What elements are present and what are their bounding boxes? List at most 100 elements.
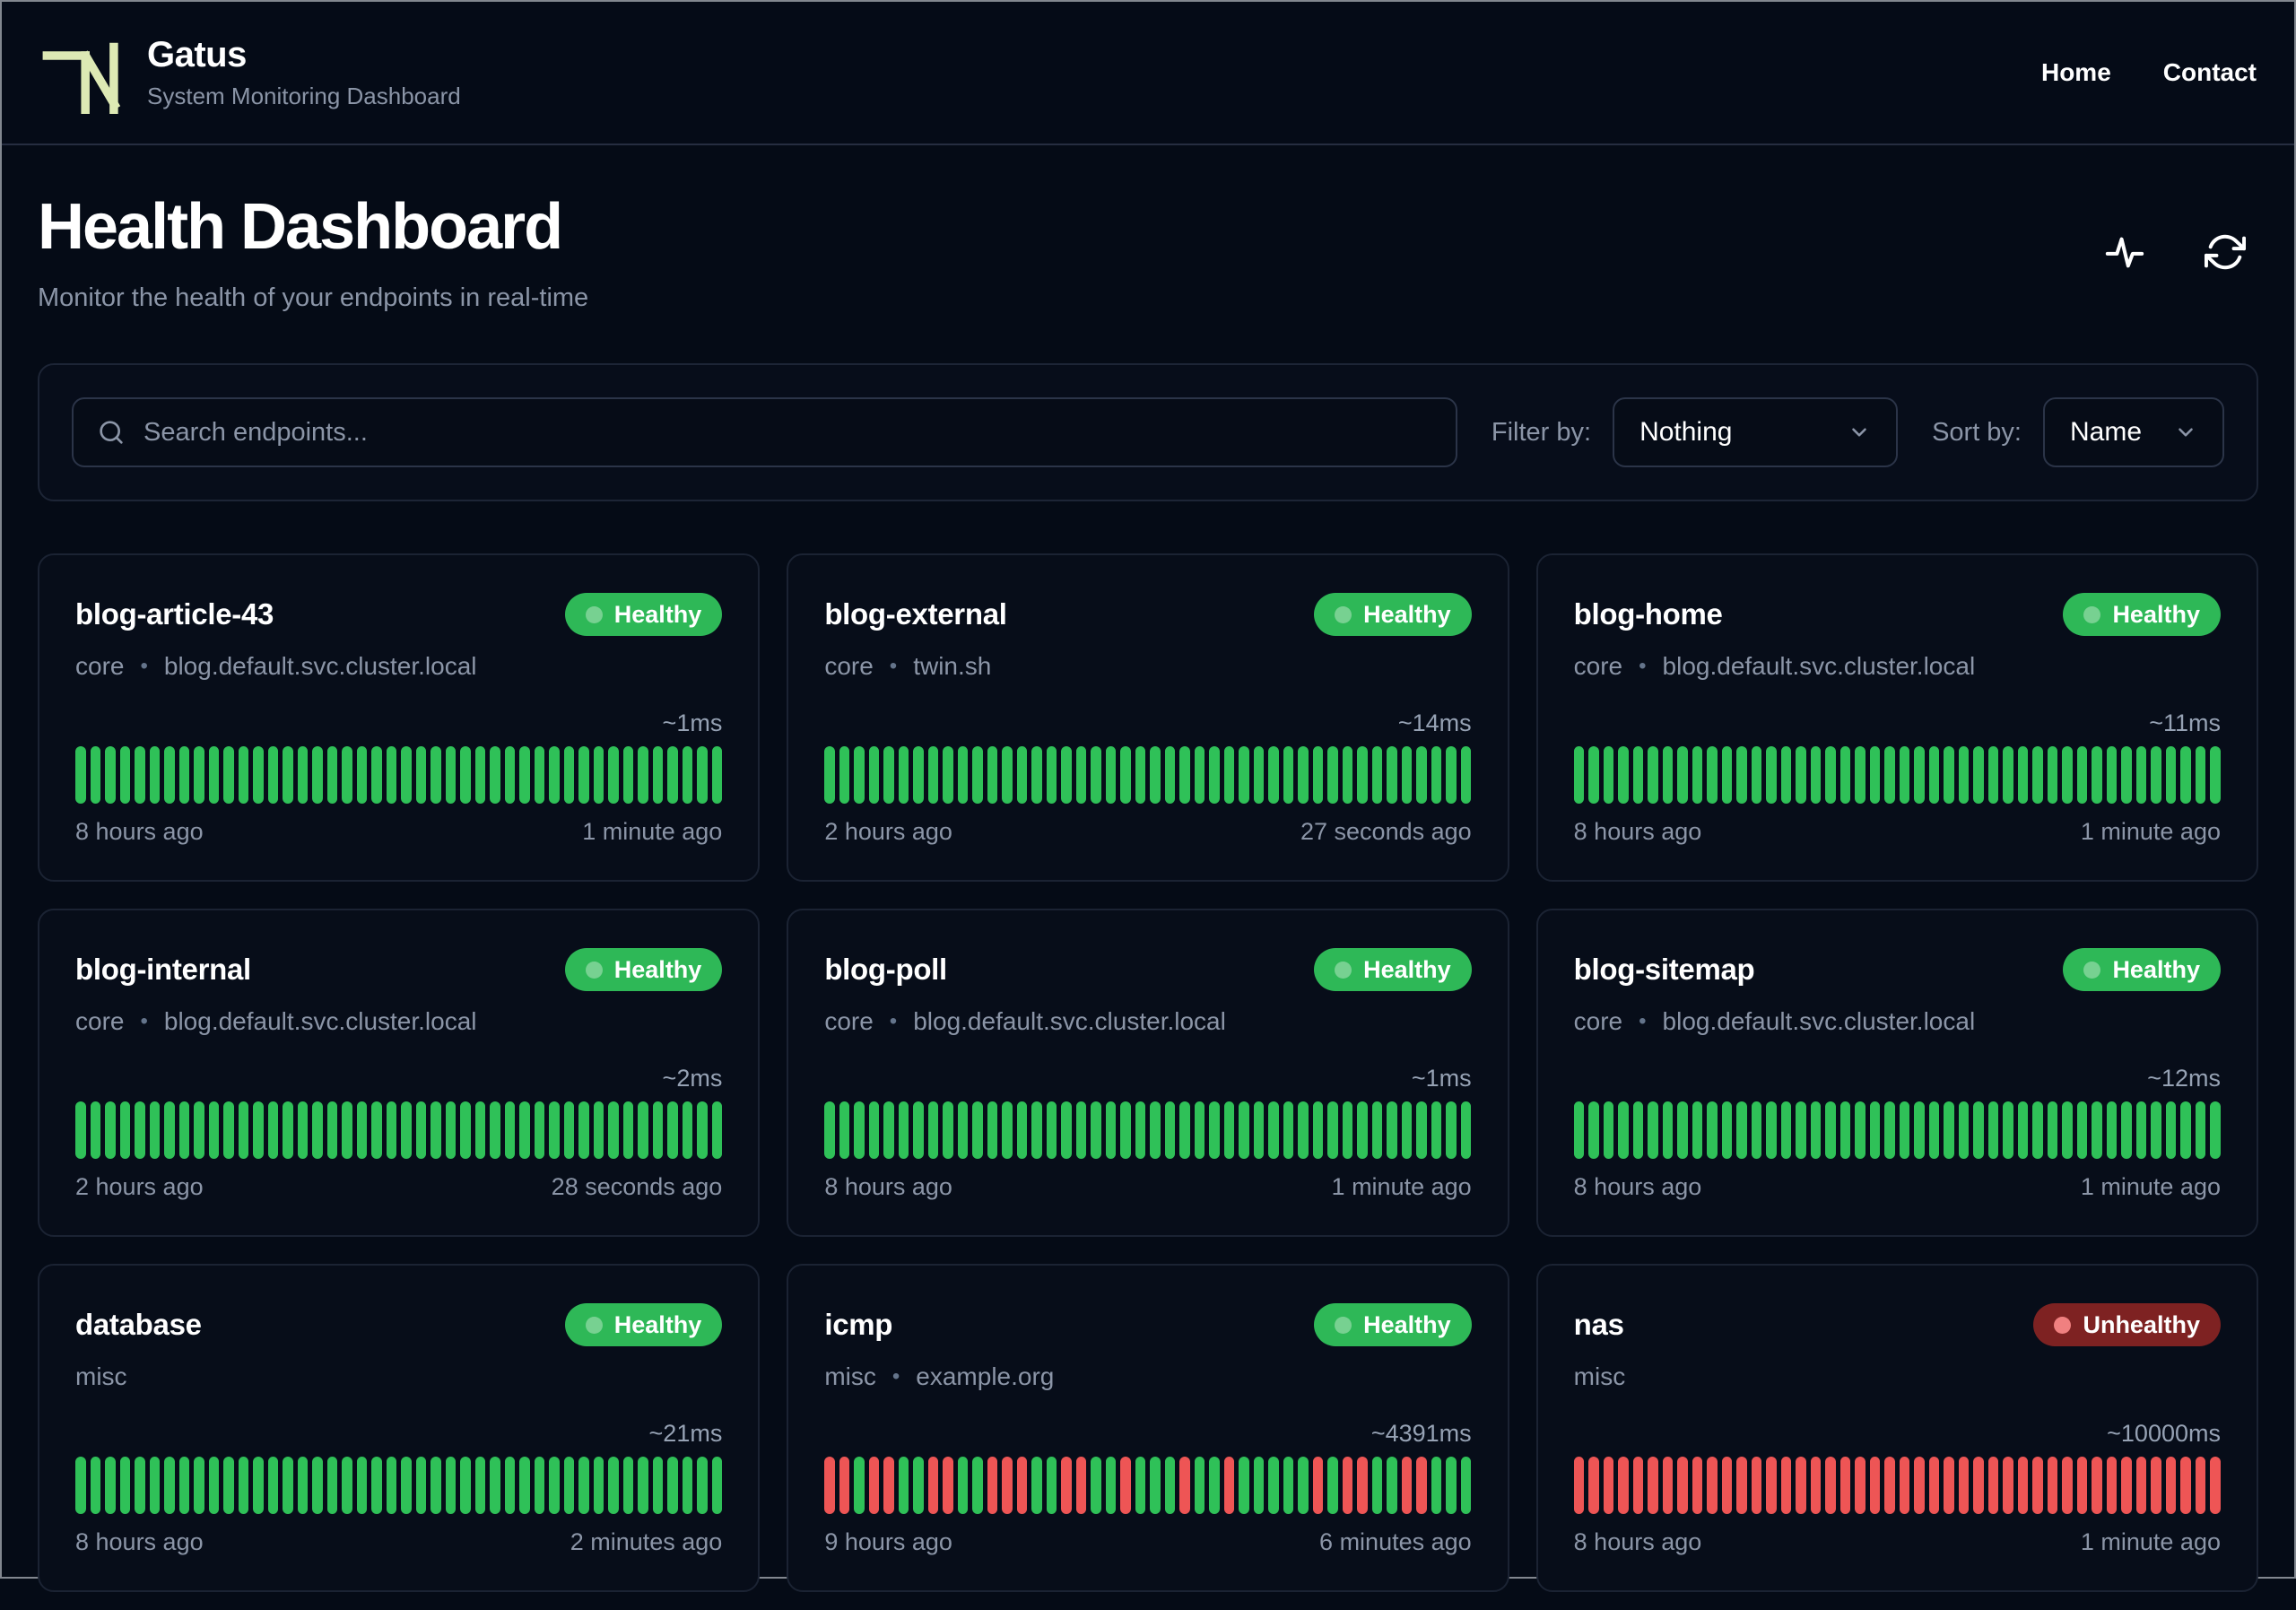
bar-success bbox=[1751, 746, 1762, 804]
bar-success bbox=[563, 1101, 574, 1159]
bar-success bbox=[1253, 1457, 1265, 1514]
bar-success bbox=[1721, 1101, 1733, 1159]
bar-success bbox=[682, 1457, 692, 1514]
page-subtitle: Monitor the health of your endpoints in … bbox=[38, 283, 589, 312]
bar-failure bbox=[2195, 1457, 2206, 1514]
bar-success bbox=[1855, 1101, 1866, 1159]
bar-success bbox=[1150, 1101, 1161, 1159]
status-label: Healthy bbox=[2112, 600, 2200, 628]
time-range-end: 2 minutes ago bbox=[570, 1528, 723, 1555]
endpoint-card[interactable]: blog-external Healthy core • twin.sh ~14… bbox=[787, 553, 1509, 882]
bar-success bbox=[164, 1457, 175, 1514]
bar-success bbox=[519, 746, 530, 804]
endpoint-card[interactable]: icmp Healthy misc • example.org ~4391ms … bbox=[787, 1264, 1509, 1592]
bar-success bbox=[297, 746, 308, 804]
bar-success bbox=[1061, 1101, 1072, 1159]
bar-success bbox=[1869, 746, 1881, 804]
bar-success bbox=[2047, 1101, 2058, 1159]
bar-success bbox=[1446, 746, 1457, 804]
nav-link-contact[interactable]: Contact bbox=[2163, 58, 2257, 87]
bar-success bbox=[1766, 746, 1777, 804]
bar-success bbox=[1253, 1101, 1265, 1159]
gatus-logo-link[interactable] bbox=[39, 31, 126, 114]
endpoint-card[interactable]: blog-poll Healthy core • blog.default.sv… bbox=[787, 909, 1509, 1237]
bar-failure bbox=[2151, 1457, 2161, 1514]
bar-success bbox=[839, 1101, 850, 1159]
time-range-start: 8 hours ago bbox=[1573, 1528, 1702, 1555]
bar-success bbox=[415, 1457, 426, 1514]
endpoint-card[interactable]: blog-internal Healthy core • blog.defaul… bbox=[38, 909, 761, 1237]
bar-success bbox=[1648, 1101, 1658, 1159]
bar-success bbox=[1766, 1101, 1777, 1159]
bar-failure bbox=[2135, 1457, 2147, 1514]
filter-select[interactable]: Nothing bbox=[1613, 397, 1899, 467]
status-dot-icon bbox=[1335, 1316, 1352, 1334]
bar-success bbox=[1268, 746, 1279, 804]
bar-success bbox=[178, 1457, 189, 1514]
nav-link-home[interactable]: Home bbox=[2041, 58, 2111, 87]
bar-success bbox=[1825, 1101, 1836, 1159]
endpoint-card[interactable]: blog-article-43 Healthy core • blog.defa… bbox=[38, 553, 761, 882]
endpoint-card[interactable]: blog-home Healthy core • blog.default.sv… bbox=[1535, 553, 2258, 882]
search-input[interactable] bbox=[144, 417, 1432, 448]
bar-success bbox=[504, 1457, 515, 1514]
search-box bbox=[72, 397, 1457, 467]
bar-success bbox=[638, 1101, 648, 1159]
bar-failure bbox=[1692, 1457, 1703, 1514]
bar-success bbox=[297, 1457, 308, 1514]
bar-success bbox=[1075, 1101, 1087, 1159]
endpoint-card[interactable]: blog-sitemap Healthy core • blog.default… bbox=[1535, 909, 2258, 1237]
bar-success bbox=[1387, 1457, 1397, 1514]
bar-success bbox=[1016, 746, 1028, 804]
bar-success bbox=[1431, 746, 1442, 804]
bar-success bbox=[883, 746, 894, 804]
bar-success bbox=[1460, 746, 1472, 804]
bar-success bbox=[1312, 746, 1324, 804]
header-nav: Home Contact bbox=[2041, 58, 2257, 87]
bar-success bbox=[1150, 1457, 1161, 1514]
bar-success bbox=[75, 746, 86, 804]
bar-success bbox=[401, 1457, 412, 1514]
bar-success bbox=[105, 746, 116, 804]
bar-success bbox=[490, 746, 500, 804]
latency-value: ~21ms bbox=[648, 1420, 723, 1447]
bar-success bbox=[1091, 1101, 1101, 1159]
bar-failure bbox=[1342, 1457, 1353, 1514]
bar-success bbox=[1239, 746, 1249, 804]
refresh-button[interactable] bbox=[2205, 231, 2246, 273]
bar-success bbox=[2062, 746, 2073, 804]
bar-success bbox=[164, 1101, 175, 1159]
endpoint-card[interactable]: nas Unhealthy misc • ~10000ms 8 hours ag… bbox=[1535, 1264, 2258, 1592]
bar-success bbox=[1869, 1101, 1881, 1159]
bar-success bbox=[1327, 1457, 1338, 1514]
bar-success bbox=[326, 1101, 337, 1159]
bar-success bbox=[2017, 1101, 2029, 1159]
status-badge: Healthy bbox=[1314, 593, 1472, 636]
bar-success bbox=[1588, 1101, 1599, 1159]
activity-button[interactable] bbox=[2104, 231, 2145, 273]
app-header: Gatus System Monitoring Dashboard Home C… bbox=[2, 2, 2294, 145]
separator-dot: • bbox=[891, 1364, 900, 1388]
endpoint-group: core bbox=[75, 1007, 125, 1035]
separator-dot: • bbox=[889, 654, 898, 678]
status-badge: Healthy bbox=[564, 948, 723, 991]
latency-value: ~10000ms bbox=[2107, 1420, 2221, 1447]
bar-success bbox=[652, 1457, 663, 1514]
bar-success bbox=[913, 1457, 924, 1514]
endpoint-group: core bbox=[75, 652, 125, 680]
time-range-end: 1 minute ago bbox=[2080, 818, 2221, 845]
endpoint-host: twin.sh bbox=[913, 652, 992, 680]
bar-success bbox=[549, 1101, 560, 1159]
bar-failure bbox=[1312, 1457, 1324, 1514]
endpoint-card[interactable]: database Healthy misc • ~21ms 8 hours ag… bbox=[38, 1264, 761, 1592]
activity-icon bbox=[2105, 237, 2144, 267]
bar-failure bbox=[2003, 1457, 2013, 1514]
bar-success bbox=[667, 1457, 678, 1514]
bar-failure bbox=[943, 1457, 953, 1514]
bar-success bbox=[957, 1101, 969, 1159]
time-range-start: 2 hours ago bbox=[75, 1173, 204, 1200]
endpoint-name: icmp bbox=[824, 1308, 893, 1341]
bar-success bbox=[90, 1457, 100, 1514]
bar-success bbox=[371, 746, 382, 804]
sort-select[interactable]: Name bbox=[2043, 397, 2224, 467]
